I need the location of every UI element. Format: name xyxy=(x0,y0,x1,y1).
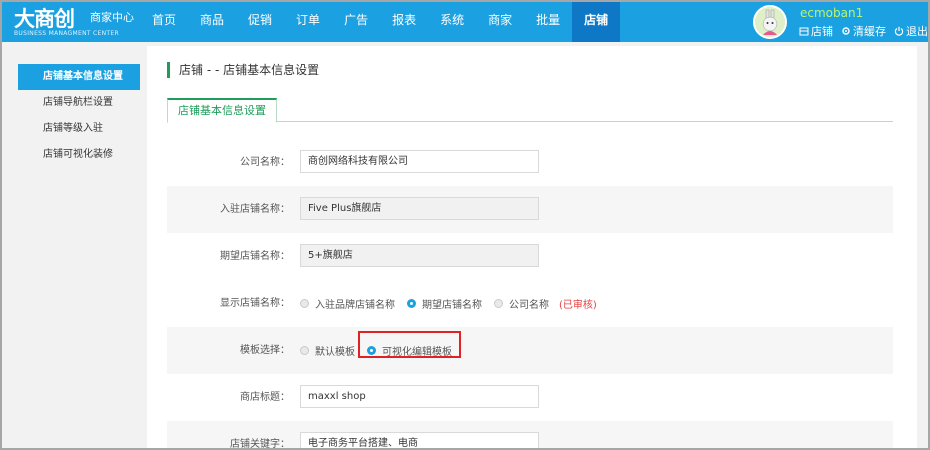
nav-item-ads[interactable]: 广告 xyxy=(332,2,380,42)
logo-english: BUSINESS MANAGMENT CENTER xyxy=(14,30,119,37)
gear-icon xyxy=(842,27,850,35)
joined-store-name-field: Five Plus旗舰店 xyxy=(300,197,539,220)
nav-item-goods[interactable]: 商品 xyxy=(188,2,236,42)
radio-dot-selected xyxy=(407,299,416,308)
store-icon xyxy=(799,27,809,36)
nav-item-orders[interactable]: 订单 xyxy=(284,2,332,42)
radio-dot xyxy=(300,346,309,355)
radio-expected-store-name[interactable]: 期望店铺名称 xyxy=(407,296,482,311)
nav-item-promotion[interactable]: 促销 xyxy=(236,2,284,42)
form-row-display-name: 显示店铺名称： 入驻品牌店铺名称 期望店铺名称 公司名称 (已审核) xyxy=(167,280,893,327)
top-bar: 大商创 商家中心 BUSINESS MANAGMENT CENTER 首页 商品… xyxy=(2,2,928,42)
logo-subtitle: 商家中心 xyxy=(90,11,134,24)
radio-dot xyxy=(494,299,503,308)
nav-item-merchant[interactable]: 商家 xyxy=(476,2,524,42)
nav-item-home[interactable]: 首页 xyxy=(140,2,188,42)
app-frame: 大商创 商家中心 BUSINESS MANAGMENT CENTER 首页 商品… xyxy=(0,0,930,450)
store-settings-form: 公司名称： 商创网络科技有限公司 入驻店铺名称： Five Plus旗舰店 期望… xyxy=(167,139,893,450)
expected-name-label: 期望店铺名称： xyxy=(220,251,290,262)
display-name-label: 显示店铺名称： xyxy=(220,298,290,309)
radio-company-name[interactable]: 公司名称 xyxy=(494,296,549,311)
logo-text: 大商创 xyxy=(14,7,75,31)
avatar[interactable] xyxy=(753,5,787,39)
radio-default-template[interactable]: 默认模板 xyxy=(300,343,355,358)
form-row-expected-name: 期望店铺名称： 5+旗舰店 xyxy=(167,233,893,280)
store-keywords-input[interactable]: 电子商务平台搭建、电商 xyxy=(300,432,539,448)
company-name-input[interactable]: 商创网络科技有限公司 xyxy=(300,150,539,173)
tab-bar: 店铺基本信息设置 xyxy=(167,98,893,123)
sidebar-item-basic-info[interactable]: 店铺基本信息设置 xyxy=(18,64,140,90)
username[interactable]: ecmoban1 xyxy=(800,6,863,20)
expected-store-name-field: 5+旗舰店 xyxy=(300,244,539,267)
template-label: 模板选择： xyxy=(240,345,290,356)
avatar-icon xyxy=(755,7,785,37)
radio-label: 默认模板 xyxy=(315,347,355,358)
page-title: 店铺 - - 店铺基本信息设置 xyxy=(167,62,319,78)
radio-label: 期望店铺名称 xyxy=(422,300,482,311)
power-icon xyxy=(894,26,904,36)
form-row-company: 公司名称： 商创网络科技有限公司 xyxy=(167,139,893,186)
joined-name-label: 入驻店铺名称： xyxy=(220,204,290,215)
radio-brand-store-name[interactable]: 入驻品牌店铺名称 xyxy=(300,296,395,311)
radio-label: 入驻品牌店铺名称 xyxy=(315,300,395,311)
store-title-input[interactable]: maxxl shop xyxy=(300,385,539,408)
nav-item-reports[interactable]: 报表 xyxy=(380,2,428,42)
store-link-label: 店铺 xyxy=(811,25,833,38)
tab-basic-info[interactable]: 店铺基本信息设置 xyxy=(167,98,277,123)
sidebar-item-grade[interactable]: 店铺等级入驻 xyxy=(18,116,140,142)
company-label: 公司名称： xyxy=(240,157,290,168)
clear-cache-label: 清缓存 xyxy=(853,25,886,38)
nav-item-store[interactable]: 店铺 xyxy=(572,2,621,42)
store-link[interactable]: 店铺 xyxy=(799,23,833,39)
sidebar-item-visual-decoration[interactable]: 店铺可视化装修 xyxy=(18,142,140,168)
logout-link[interactable]: 退出 xyxy=(894,23,928,39)
logo[interactable]: 大商创 商家中心 BUSINESS MANAGMENT CENTER xyxy=(14,5,144,39)
radio-label: 公司名称 xyxy=(509,300,549,311)
content-panel: 店铺 - - 店铺基本信息设置 店铺基本信息设置 公司名称： 商创网络科技有限公… xyxy=(147,46,917,450)
store-title-label: 商店标题： xyxy=(240,392,290,403)
logout-label: 退出 xyxy=(906,25,928,38)
form-row-joined-name: 入驻店铺名称： Five Plus旗舰店 xyxy=(167,186,893,233)
review-status: (已审核) xyxy=(559,300,597,311)
user-links: 店铺 清缓存 退出 xyxy=(799,23,928,39)
keywords-label: 店铺关键字： xyxy=(230,439,290,450)
highlight-box xyxy=(358,331,461,358)
nav-item-batch[interactable]: 批量 xyxy=(524,2,572,42)
main-nav: 首页 商品 促销 订单 广告 报表 系统 商家 批量 店铺 xyxy=(140,2,621,42)
form-row-keywords: 店铺关键字： 电子商务平台搭建、电商 xyxy=(167,421,893,450)
radio-dot xyxy=(300,299,309,308)
sidebar: 店铺基本信息设置 店铺导航栏设置 店铺等级入驻 店铺可视化装修 xyxy=(18,64,140,168)
form-row-store-title: 商店标题： maxxl shop xyxy=(167,374,893,421)
form-row-template: 模板选择： 默认模板 可视化编辑模板 xyxy=(167,327,893,374)
clear-cache-link[interactable]: 清缓存 xyxy=(841,23,886,39)
nav-item-system[interactable]: 系统 xyxy=(428,2,476,42)
display-name-radio-group: 入驻品牌店铺名称 期望店铺名称 公司名称 (已审核) xyxy=(300,280,597,327)
sidebar-item-navigation[interactable]: 店铺导航栏设置 xyxy=(18,90,140,116)
